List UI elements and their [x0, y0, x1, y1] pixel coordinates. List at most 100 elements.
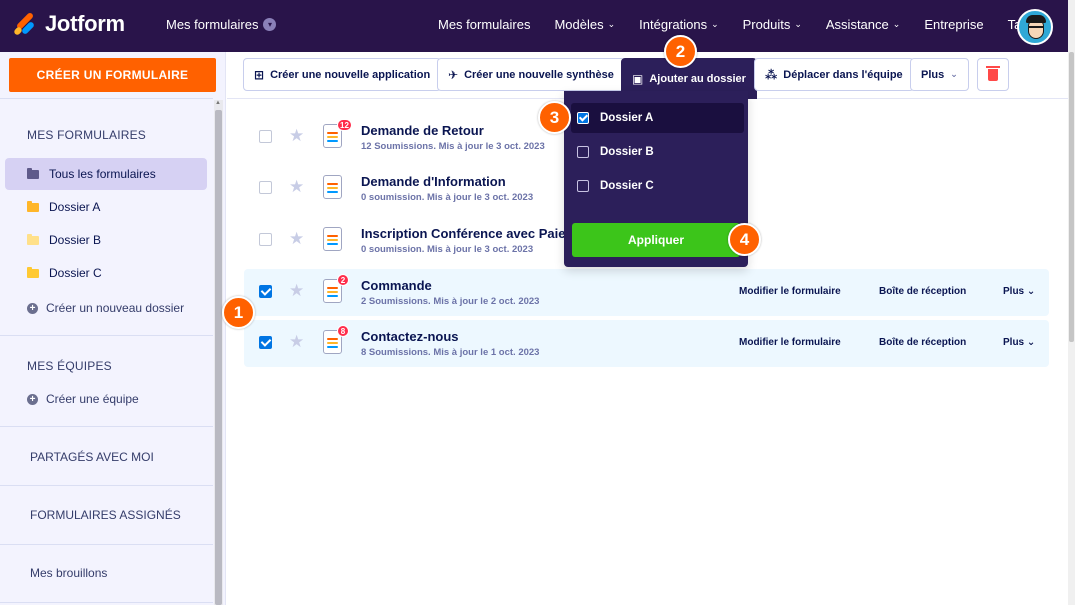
nav-link-products[interactable]: Produits ⌄ — [743, 17, 802, 32]
nav-link-templates[interactable]: Modèles ⌄ — [554, 17, 615, 32]
divider — [0, 544, 213, 545]
jotform-logo-icon — [13, 10, 37, 38]
nav-link-enterprise[interactable]: Entreprise — [924, 17, 983, 32]
create-team-link[interactable]: + Créer une équipe — [27, 392, 139, 406]
star-icon[interactable]: ★ — [289, 281, 304, 301]
folder-checkbox[interactable] — [577, 112, 589, 124]
chevron-down-icon: ⌄ — [892, 19, 901, 29]
chevron-down-icon: ⌄ — [607, 19, 616, 29]
form-title[interactable]: Commande — [361, 278, 432, 293]
folder-option-dossier-b[interactable]: Dossier B — [571, 137, 744, 167]
scrollbar-thumb[interactable] — [215, 110, 222, 605]
divider — [0, 335, 213, 336]
sidebar: CRÉER UN FORMULAIRE MES FORMULAIRES Tous… — [0, 52, 226, 605]
nav-link-my-forms[interactable]: Mes formulaires — [438, 17, 530, 32]
sidebar-scrollbar[interactable]: ▲ — [214, 100, 223, 605]
edit-form-button[interactable]: Modifier le formulaire — [739, 286, 841, 297]
more-button[interactable]: Plus ⌄ — [910, 58, 969, 91]
form-subtitle: 12 Soumissions. Mis à jour le 3 oct. 202… — [361, 141, 545, 152]
folder-checkbox[interactable] — [577, 180, 589, 192]
folder-icon — [27, 233, 39, 245]
main-nav: Mes formulaires Modèles ⌄ Intégrations ⌄ P… — [438, 17, 1063, 32]
star-icon[interactable]: ★ — [289, 332, 304, 352]
grid-icon: ⊞ — [254, 67, 265, 82]
form-title[interactable]: Inscription Conférence avec Paie — [361, 226, 565, 241]
apply-button[interactable]: Appliquer — [572, 223, 740, 257]
divider — [0, 98, 213, 99]
top-navbar: Jotform Mes formulaires ▾ Mes formulaire… — [0, 0, 1068, 52]
row-checkbox[interactable] — [259, 130, 272, 143]
divider — [0, 485, 213, 486]
star-icon[interactable]: ★ — [289, 126, 304, 146]
my-forms-heading: MES FORMULAIRES — [27, 128, 147, 142]
create-app-button[interactable]: ⊞ Créer une nouvelle application — [243, 58, 442, 91]
scrollbar-thumb[interactable] — [1069, 52, 1074, 342]
row-more-button[interactable]: Plus ⌄ — [1003, 337, 1035, 348]
form-icon — [323, 175, 342, 199]
sidebar-item-label: Tous les formulaires — [49, 167, 156, 181]
sidebar-item-all-forms[interactable]: Tous les formulaires — [5, 158, 207, 190]
row-checkbox[interactable] — [259, 233, 272, 246]
my-teams-heading: MES ÉQUIPES — [27, 359, 112, 373]
folder-option-dossier-a[interactable]: Dossier A — [571, 103, 744, 133]
sidebar-item-dossier-a[interactable]: Dossier A — [5, 191, 207, 223]
drafts-link[interactable]: Mes brouillons — [30, 566, 107, 580]
create-form-button[interactable]: CRÉER UN FORMULAIRE — [9, 58, 216, 92]
table-row[interactable]: ★ 2 Commande 2 Soumissions. Mis à jour l… — [244, 269, 1049, 316]
submission-badge: 12 — [337, 119, 352, 131]
avatar[interactable] — [1017, 9, 1053, 45]
folder-icon — [27, 167, 39, 179]
row-checkbox[interactable] — [259, 181, 272, 194]
page-scrollbar[interactable] — [1068, 0, 1075, 605]
chevron-down-icon: ⌄ — [950, 69, 958, 79]
my-forms-switcher[interactable]: Mes formulaires ▾ — [166, 17, 277, 32]
step-marker-1: 1 — [222, 296, 255, 329]
row-more-button[interactable]: Plus ⌄ — [1003, 286, 1035, 297]
team-icon: ⁂ — [765, 67, 778, 82]
form-subtitle: 8 Soumissions. Mis à jour le 1 oct. 2023 — [361, 347, 540, 358]
sidebar-item-dossier-b[interactable]: Dossier B — [5, 224, 207, 256]
nav-link-integrations[interactable]: Intégrations ⌄ — [639, 17, 718, 32]
folder-checkbox[interactable] — [577, 146, 589, 158]
nav-link-support[interactable]: Assistance ⌄ — [826, 17, 900, 32]
inbox-button[interactable]: Boîte de réception — [879, 337, 966, 348]
form-title[interactable]: Contactez-nous — [361, 329, 459, 344]
create-folder-link[interactable]: + Créer un nouveau dossier — [27, 301, 184, 315]
plus-circle-icon: + — [27, 393, 38, 405]
add-to-folder-dropdown: Dossier A Dossier B Dossier C Appliquer — [564, 91, 748, 267]
star-icon[interactable]: ★ — [289, 229, 304, 249]
chevron-down-icon: ⌄ — [794, 19, 802, 29]
inbox-button[interactable]: Boîte de réception — [879, 286, 966, 297]
step-marker-4: 4 — [728, 223, 761, 256]
form-icon — [323, 227, 342, 251]
form-title[interactable]: Demande d'Information — [361, 174, 506, 189]
assigned-forms-link[interactable]: FORMULAIRES ASSIGNÉS — [30, 508, 181, 522]
form-title[interactable]: Demande de Retour — [361, 123, 484, 138]
edit-form-button[interactable]: Modifier le formulaire — [739, 337, 841, 348]
chevron-down-icon: ▾ — [263, 18, 277, 31]
step-marker-2: 2 — [664, 35, 697, 68]
form-subtitle: 0 soumission. Mis à jour le 3 oct. 2023 — [361, 192, 534, 203]
folder-plus-icon: ▣ — [632, 71, 644, 86]
report-icon: ✈ — [448, 67, 459, 82]
submission-badge: 2 — [337, 274, 349, 286]
divider — [0, 426, 213, 427]
form-subtitle: 2 Soumissions. Mis à jour le 2 oct. 2023 — [361, 296, 540, 307]
logo-text: Jotform — [45, 11, 125, 36]
delete-button[interactable] — [977, 58, 1009, 91]
row-checkbox[interactable] — [259, 285, 272, 298]
chevron-down-icon: ⌄ — [1026, 286, 1036, 297]
folder-icon — [27, 200, 39, 212]
table-row[interactable]: ★ 8 Contactez-nous 8 Soumissions. Mis à … — [244, 320, 1049, 367]
row-checkbox[interactable] — [259, 336, 272, 349]
sidebar-item-dossier-c[interactable]: Dossier C — [5, 257, 207, 289]
folder-icon — [27, 266, 39, 278]
create-report-button[interactable]: ✈ Créer une nouvelle synthèse — [437, 58, 625, 91]
shared-with-me-link[interactable]: PARTAGÉS AVEC MOI — [30, 450, 154, 464]
star-icon[interactable]: ★ — [289, 177, 304, 197]
jotform-logo[interactable]: Jotform — [13, 10, 125, 38]
folder-option-dossier-c[interactable]: Dossier C — [571, 171, 744, 201]
form-subtitle: 0 soumission. Mis à jour le 3 oct. 2023 — [361, 244, 534, 255]
move-to-team-button[interactable]: ⁂ Déplacer dans l'équipe — [754, 58, 914, 91]
scroll-up-icon[interactable]: ▲ — [215, 100, 221, 106]
